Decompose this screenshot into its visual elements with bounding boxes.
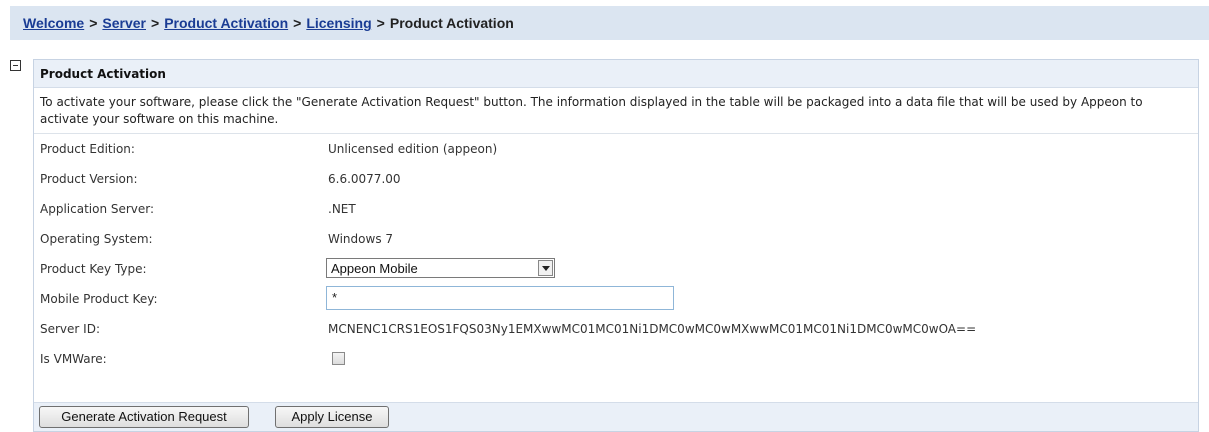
breadcrumb-current-page: Product Activation	[389, 15, 514, 31]
application-server-value: .NET	[328, 202, 356, 216]
collapse-minus-icon[interactable]	[10, 60, 21, 71]
apply-license-button[interactable]: Apply License	[275, 406, 389, 428]
product-version-row: Product Version: 6.6.0077.00	[34, 164, 1198, 194]
server-id-row: Server ID: MCNENC1CRS1EOS1FQS03Ny1EMXwwM…	[34, 314, 1198, 344]
breadcrumb: Welcome > Server > Product Activation > Licens…	[10, 6, 1209, 40]
product-activation-panel: Product Activation To activate your soft…	[33, 59, 1199, 432]
product-version-value: 6.6.0077.00	[328, 172, 401, 186]
dropdown-arrow-icon[interactable]	[538, 260, 553, 276]
product-key-type-label: Product Key Type:	[40, 262, 147, 276]
is-vmware-checkbox[interactable]	[332, 352, 345, 365]
panel-title: Product Activation	[34, 60, 1198, 88]
operating-system-value: Windows 7	[328, 232, 394, 246]
breadcrumb-separator: >	[151, 15, 160, 31]
server-id-label: Server ID:	[40, 322, 100, 336]
mobile-product-key-row: Mobile Product Key: *	[34, 284, 1198, 314]
mobile-product-key-label: Mobile Product Key:	[40, 292, 158, 306]
breadcrumb-server-link[interactable]: Server	[102, 15, 146, 31]
operating-system-row: Operating System: Windows 7	[34, 224, 1198, 254]
breadcrumb-separator: >	[89, 15, 98, 31]
server-id-value: MCNENC1CRS1EOS1FQS03Ny1EMXwwMC01MC01Ni1D…	[328, 322, 977, 336]
application-server-row: Application Server: .NET	[34, 194, 1198, 224]
product-edition-value: Unlicensed edition (appeon)	[328, 142, 498, 156]
breadcrumb-separator: >	[293, 15, 302, 31]
product-edition-row: Product Edition: Unlicensed edition (app…	[34, 134, 1198, 164]
product-key-type-selected: Appeon Mobile	[331, 261, 418, 276]
is-vmware-label: Is VMWare:	[40, 352, 107, 366]
breadcrumb-welcome-link[interactable]: Welcome	[23, 15, 84, 31]
application-server-label: Application Server:	[40, 202, 155, 216]
generate-activation-request-button[interactable]: Generate Activation Request	[39, 406, 249, 428]
product-key-type-row: Product Key Type: Appeon Mobile	[34, 254, 1198, 284]
product-edition-label: Product Edition:	[40, 142, 135, 156]
operating-system-label: Operating System:	[40, 232, 153, 246]
panel-description: To activate your software, please click …	[34, 88, 1198, 134]
breadcrumb-product-activation-link[interactable]: Product Activation	[164, 15, 288, 31]
breadcrumb-licensing-link[interactable]: Licensing	[306, 15, 371, 31]
button-bar: Generate Activation Request Apply Licens…	[34, 402, 1198, 431]
mobile-product-key-input[interactable]: *	[326, 286, 674, 310]
product-version-label: Product Version:	[40, 172, 138, 186]
is-vmware-row: Is VMWare:	[34, 344, 1198, 374]
breadcrumb-separator: >	[376, 15, 385, 31]
product-key-type-select[interactable]: Appeon Mobile	[326, 258, 555, 278]
